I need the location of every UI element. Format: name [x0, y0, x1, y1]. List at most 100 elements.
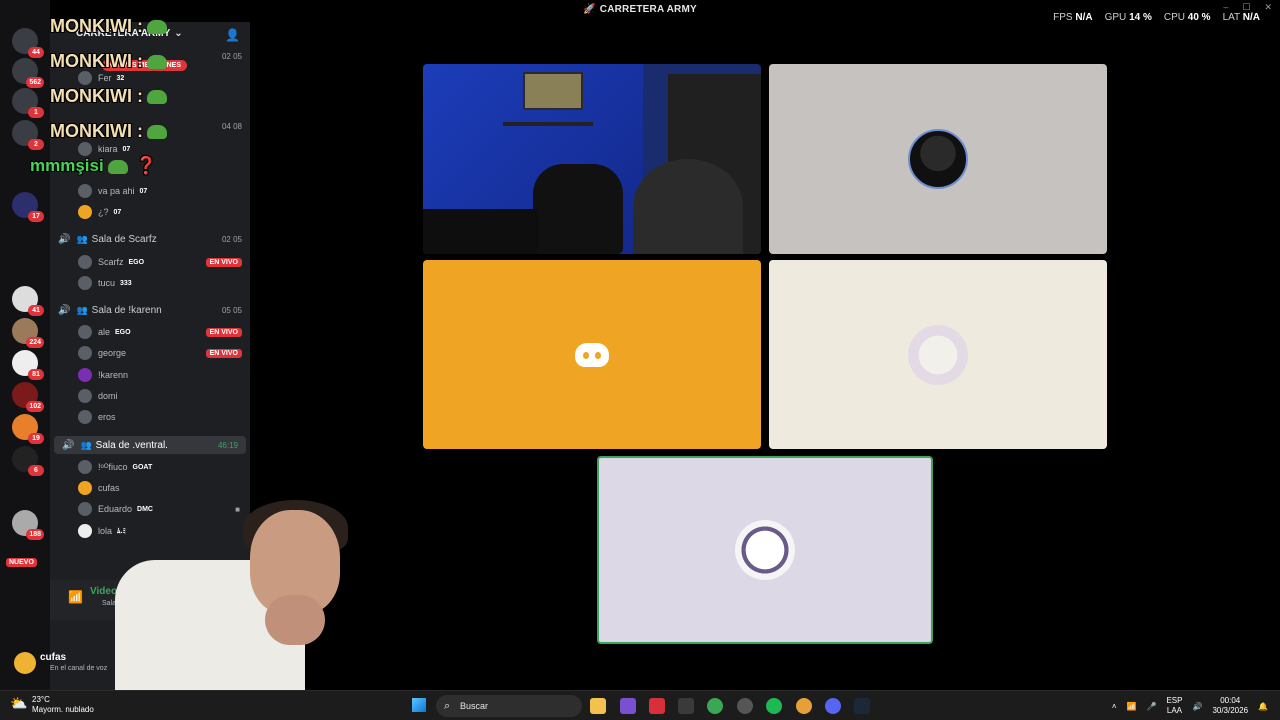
server-icon[interactable]: 2 — [12, 120, 44, 150]
new-badge: NUEVO — [6, 558, 37, 567]
spotify-icon[interactable] — [766, 698, 782, 714]
steam-icon[interactable] — [854, 698, 870, 714]
minimize-icon[interactable]: – — [1223, 2, 1228, 13]
avatar — [78, 389, 92, 403]
server-icon[interactable]: 6 — [12, 446, 44, 476]
voice-user[interactable]: cufas — [50, 479, 250, 497]
start-button[interactable] — [412, 698, 426, 712]
video-tile-avatar[interactable] — [769, 64, 1107, 254]
server-icon[interactable]: 41 — [12, 286, 44, 316]
avatar — [735, 520, 795, 580]
chrome-icon[interactable] — [796, 698, 812, 714]
clock[interactable]: 00:04 30/3/2026 — [1212, 696, 1248, 716]
voice-channel-scarfz[interactable]: 🔊 👥 Sala de Scarfz 02 05 — [50, 230, 250, 248]
channel-count: 02 05 — [221, 52, 242, 61]
server-icon[interactable]: 17 — [12, 192, 44, 222]
server-icon[interactable]: 102 — [12, 382, 44, 412]
server-icon[interactable]: 224 — [12, 318, 44, 348]
pepe-emote-icon — [146, 125, 167, 140]
avatar — [78, 524, 92, 538]
maximize-icon[interactable]: ☐ — [1242, 2, 1250, 13]
speaker-icon: 🔊 — [58, 233, 71, 245]
members-icon: 👥 — [76, 304, 88, 315]
avatar — [78, 502, 92, 516]
close-icon[interactable]: ✕ — [1264, 2, 1272, 13]
voice-user[interactable]: va pa ahi 07 — [50, 182, 250, 200]
pepe-emote-icon — [107, 159, 128, 174]
chevron-down-icon: ⌄ — [174, 28, 183, 39]
streamer-webcam — [115, 500, 348, 710]
chat-overlay-message: MONKIWI : — [50, 86, 167, 107]
volume-icon[interactable]: 🔊 — [1192, 702, 1202, 711]
avatar — [78, 255, 92, 269]
voice-user[interactable]: tucu 333 — [50, 274, 250, 292]
server-icon[interactable]: 562 — [12, 58, 44, 88]
server-icon[interactable]: 81 — [12, 350, 44, 380]
live-badge: EN VIVO — [205, 327, 242, 337]
chrome-icon[interactable] — [707, 698, 723, 714]
speaker-icon: 🔊 — [62, 439, 75, 451]
voice-channel-ventral[interactable]: 🔊 👥 Sala de .ventral. 46:19 — [54, 436, 246, 454]
store-icon[interactable] — [678, 698, 694, 714]
voice-channel-karenn[interactable]: 🔊 👥 Sala de !karenn 05 05 — [50, 301, 250, 319]
members-icon: 👥 — [80, 439, 92, 450]
video-tile-speaking[interactable] — [597, 456, 933, 644]
performance-overlay: FPS N/A GPU 14 % CPU 40 % LAT N/A — [1053, 12, 1260, 23]
rocket-icon: 🚀 — [583, 4, 596, 15]
avatar — [78, 460, 92, 474]
microphone-icon[interactable]: 🎤 — [1146, 702, 1156, 711]
members-icon: 👥 — [76, 233, 88, 244]
chat-overlay-message: MONKIWI : — [50, 16, 167, 37]
cloud-sun-icon: ⛅ — [10, 695, 28, 711]
live-badge: EN VIVO — [205, 257, 242, 267]
wifi-icon[interactable]: 📶 — [1127, 702, 1137, 711]
app-icon[interactable] — [649, 698, 665, 714]
avatar — [78, 184, 92, 198]
avatar — [78, 410, 92, 424]
discord-icon[interactable] — [825, 698, 841, 714]
server-icon[interactable]: 188 — [12, 510, 44, 540]
voice-user[interactable]: domi — [50, 387, 250, 405]
voice-user[interactable]: Scarfz EGO EN VIVO — [50, 253, 250, 271]
discord-logo-icon — [575, 342, 609, 367]
pepe-emote-icon — [146, 20, 167, 35]
system-tray: ˄ 📶 🎤 ESP LAA 🔊 00:04 30/3/2026 🔔 — [1112, 695, 1268, 717]
server-icon[interactable]: 19 — [12, 414, 44, 444]
gaming-chair — [533, 164, 623, 254]
notification-icon[interactable]: 🔔 — [1258, 702, 1268, 711]
voice-user[interactable]: !ᵒᴼfiuco GOAT — [50, 458, 250, 476]
voice-user[interactable]: eros — [50, 408, 250, 426]
chat-overlay-message: MONKIWI : — [50, 51, 167, 72]
server-list: 44 562 1 2 17 41 224 81 102 19 6 188 NUE… — [0, 0, 50, 690]
add-user-icon[interactable]: 👤 — [225, 28, 240, 42]
voice-user[interactable]: !karenn — [50, 366, 250, 384]
signal-icon: 📶 — [68, 590, 83, 604]
language-indicator[interactable]: ESP LAA — [1166, 696, 1182, 716]
avatar — [78, 276, 92, 290]
file-explorer-icon[interactable] — [590, 698, 606, 714]
avatar — [78, 205, 92, 219]
avatar[interactable] — [14, 652, 36, 674]
pepe-emote-icon — [146, 55, 167, 70]
video-tile-avatar[interactable] — [423, 260, 761, 449]
weather-widget[interactable]: ⛅ 23°C Mayorm. nublado — [10, 695, 94, 715]
server-icon[interactable]: 1 — [12, 88, 44, 118]
video-tile-avatar[interactable] — [769, 260, 1107, 449]
avatar — [78, 346, 92, 360]
channel-count: 04 08 — [221, 122, 242, 131]
voice-user[interactable]: george EN VIVO — [50, 344, 250, 362]
server-icon[interactable]: 44 — [12, 28, 44, 58]
chevron-up-icon[interactable]: ˄ — [1112, 702, 1117, 711]
search-icon: ⌕ — [444, 700, 451, 712]
video-tile-camera[interactable] — [423, 64, 761, 254]
username: cufas — [40, 652, 67, 663]
voice-user[interactable]: ¿? 07 — [50, 203, 250, 221]
avatar — [78, 368, 92, 382]
app-icon[interactable] — [737, 698, 753, 714]
taskbar: ⛅ 23°C Mayorm. nublado ⌕ Buscar ˄ 📶 🎤 ESP… — [0, 690, 1280, 720]
voice-user[interactable]: ale EGO EN VIVO — [50, 323, 250, 341]
question-mark-icon: ❓ — [135, 156, 157, 175]
avatar — [908, 129, 968, 189]
search-box[interactable]: ⌕ Buscar — [436, 695, 582, 717]
office-icon[interactable] — [620, 698, 636, 714]
